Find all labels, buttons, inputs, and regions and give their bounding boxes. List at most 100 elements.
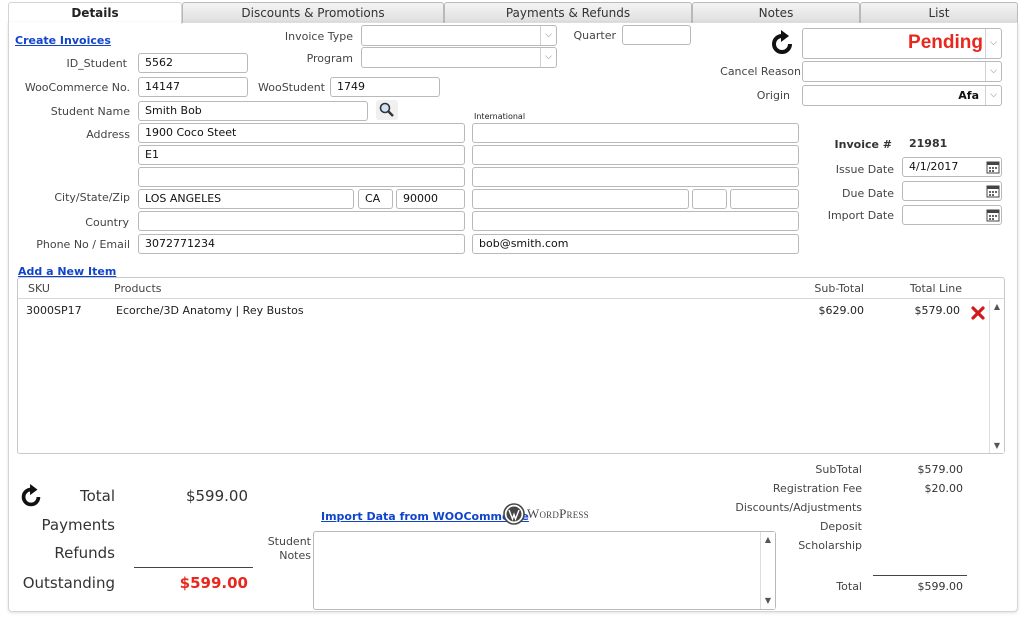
cancel-reason-label: Cancel Reason	[720, 65, 801, 78]
chevron-down-icon[interactable]: ⌵	[540, 48, 556, 67]
tab-payments-refunds[interactable]: Payments & Refunds	[444, 2, 692, 23]
row-product: Ecorche/3D Anatomy | Rey Bustos	[116, 304, 304, 317]
summary-divider	[873, 575, 967, 576]
invoice-number-label: Invoice #	[834, 138, 892, 151]
cancel-reason-select[interactable]: ⌵	[802, 61, 1002, 82]
summary-registration-value: $20.00	[924, 482, 964, 495]
due-date-input[interactable]	[902, 181, 1002, 201]
row-sku: 3000SP17	[26, 304, 82, 317]
import-date-label: Import Date	[827, 209, 894, 222]
invoice-type-label: Invoice Type	[284, 30, 353, 43]
intl-address-3-input[interactable]	[472, 167, 799, 187]
program-label: Program	[306, 52, 353, 65]
woostudent-input[interactable]: 1749	[330, 77, 440, 97]
calendar-icon[interactable]	[986, 208, 1000, 222]
tab-label: Payments & Refunds	[505, 6, 631, 20]
tab-details[interactable]: Details	[8, 2, 182, 24]
quarter-input[interactable]	[622, 25, 691, 45]
scroll-up-icon[interactable]: ▲	[990, 300, 1004, 314]
woostudent-label: WooStudent	[258, 81, 325, 94]
search-icon[interactable]	[376, 100, 398, 120]
tab-label: Notes	[758, 6, 794, 20]
origin-label: Origin	[756, 89, 790, 102]
chevron-down-icon[interactable]: ⌵	[985, 86, 1001, 105]
total-label: Total	[79, 487, 115, 505]
intl-country-input[interactable]	[472, 211, 799, 231]
address-line-1-input[interactable]: 1900 Coco Steet	[138, 123, 465, 143]
issue-date-input[interactable]: 4/1/2017	[902, 157, 1002, 177]
calendar-icon[interactable]	[986, 184, 1000, 198]
origin-value: Afa	[958, 89, 979, 102]
intl-zip-input[interactable]	[730, 189, 799, 209]
student-notes-textarea[interactable]: ▲ ▼	[313, 531, 776, 610]
chevron-down-icon[interactable]: ⌵	[985, 62, 1001, 81]
origin-select[interactable]: Afa ⌵	[802, 85, 1002, 106]
summary-discounts-label: Discounts/Adjustments	[735, 501, 862, 514]
table-row[interactable]: 3000SP17 Ecorche/3D Anatomy | Rey Bustos…	[18, 300, 988, 322]
import-woocommerce-link[interactable]: Import Data from WOOCommerce	[321, 510, 529, 523]
intl-state-input[interactable]	[692, 189, 727, 209]
tab-notes[interactable]: Notes	[692, 2, 860, 23]
outstanding-value: $599.00	[179, 574, 248, 592]
create-invoices-link[interactable]: Create Invoices	[15, 34, 111, 47]
column-header-products: Products	[114, 282, 162, 295]
country-label: Country	[85, 216, 129, 229]
issue-date-value: 4/1/2017	[909, 160, 959, 173]
zip-input[interactable]: 90000	[396, 189, 465, 209]
intl-city-input[interactable]	[472, 189, 689, 209]
items-grid: SKU Products Sub-Total Total Line 3000SP…	[17, 277, 1005, 454]
scroll-down-icon[interactable]: ▼	[761, 594, 775, 608]
chevron-down-icon[interactable]: ⌵	[540, 26, 556, 45]
summary-registration-label: Registration Fee	[772, 482, 862, 495]
status-select[interactable]: Pending ⌵	[802, 28, 1002, 59]
notes-scrollbar[interactable]: ▲ ▼	[760, 532, 775, 609]
tab-list[interactable]: List	[860, 2, 1018, 23]
refresh-icon[interactable]	[768, 30, 796, 58]
chevron-down-icon[interactable]: ⌵	[985, 29, 1001, 58]
column-header-subtotal: Sub-Total	[814, 282, 864, 295]
delete-icon[interactable]	[971, 306, 985, 320]
payments-label: Payments	[41, 516, 115, 534]
student-notes-label-line1: Student	[267, 535, 311, 548]
invoice-type-select[interactable]: ⌵	[361, 25, 557, 46]
invoice-number-value: 21981	[909, 137, 948, 150]
intl-address-1-input[interactable]	[472, 123, 799, 143]
phone-input[interactable]: 3072771234	[138, 234, 465, 254]
woocommerce-no-label: WooCommerce No.	[24, 81, 130, 94]
row-subtotal: $629.00	[818, 304, 865, 317]
wordpress-logo-icon	[503, 503, 525, 525]
quarter-label: Quarter	[573, 29, 617, 42]
due-date-label: Due Date	[842, 187, 894, 200]
scroll-down-icon[interactable]: ▼	[990, 439, 1004, 453]
id-student-label: ID_Student	[66, 57, 127, 70]
summary-total-value: $599.00	[917, 580, 964, 593]
international-label: International	[474, 112, 526, 121]
import-date-input[interactable]	[902, 205, 1002, 225]
city-input[interactable]: LOS ANGELES	[138, 189, 354, 209]
student-name-input[interactable]: Smith Bob	[138, 101, 368, 121]
intl-address-2-input[interactable]	[472, 145, 799, 165]
items-grid-header: SKU Products Sub-Total Total Line	[18, 278, 1004, 299]
country-input[interactable]	[138, 211, 465, 231]
city-state-zip-label: City/State/Zip	[54, 191, 130, 204]
address-line-3-input[interactable]	[138, 167, 465, 187]
student-name-label: Student Name	[50, 105, 130, 118]
state-input[interactable]: CA	[358, 189, 393, 209]
column-header-total-line: Total Line	[909, 282, 962, 295]
tab-discounts-promotions[interactable]: Discounts & Promotions	[182, 2, 444, 23]
student-notes-label: Student Notes	[268, 535, 311, 563]
totals-divider	[134, 567, 253, 568]
summary-total-label: Total	[836, 580, 862, 593]
calendar-icon[interactable]	[986, 160, 1000, 174]
address-line-2-input[interactable]: E1	[138, 145, 465, 165]
refresh-icon[interactable]	[18, 484, 44, 510]
student-notes-label-line2: Notes	[279, 549, 311, 562]
woocommerce-no-input[interactable]: 14147	[138, 77, 248, 97]
program-select[interactable]: ⌵	[361, 47, 557, 68]
status-value: Pending	[908, 32, 983, 53]
id-student-input[interactable]: 5562	[138, 53, 248, 73]
email-input[interactable]: bob@smith.com	[472, 234, 799, 254]
items-scrollbar[interactable]: ▲ ▼	[989, 300, 1004, 453]
scroll-up-icon[interactable]: ▲	[761, 533, 775, 547]
summary-subtotal-label: SubTotal	[815, 463, 862, 476]
